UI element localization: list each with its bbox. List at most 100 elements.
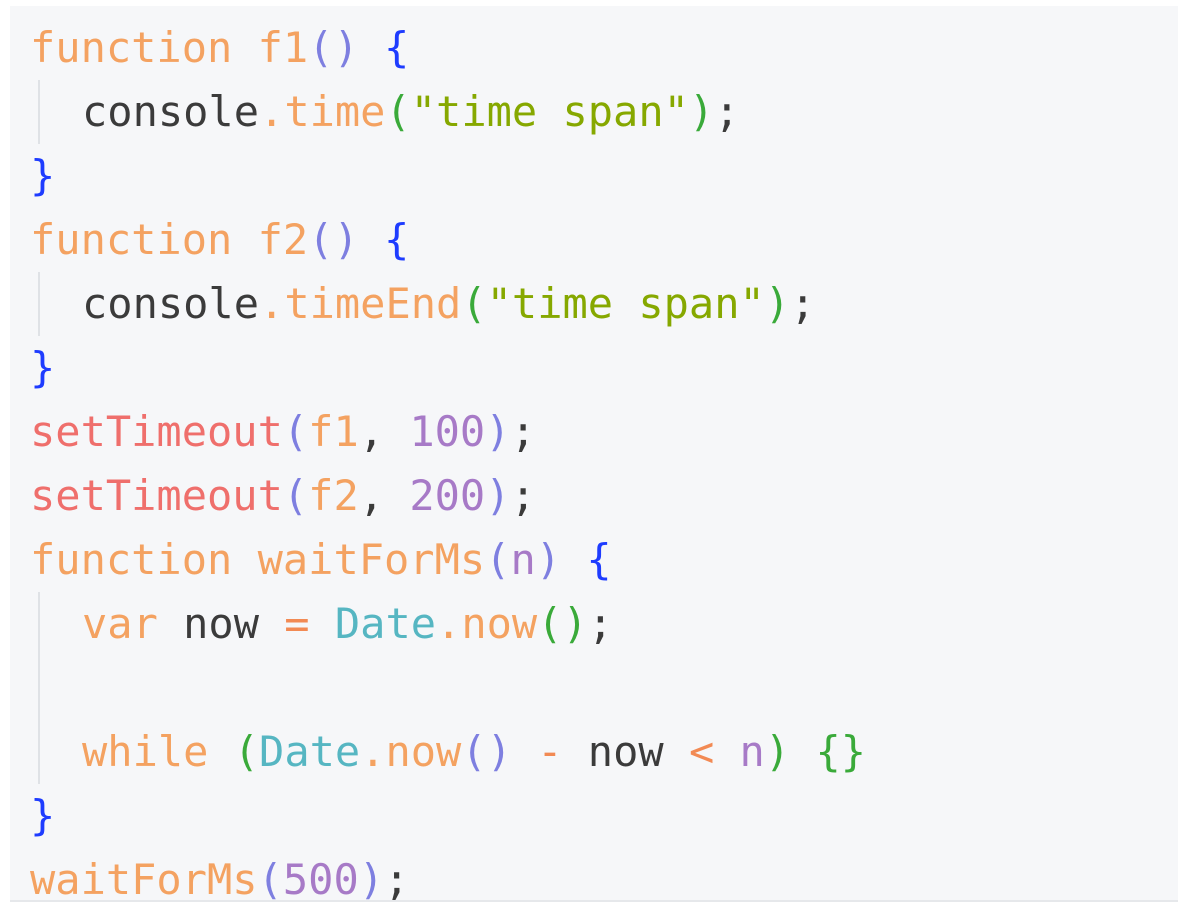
code-line: function f1() { — [30, 16, 866, 80]
code-line: console.time("time span"); — [30, 80, 866, 144]
code-editor[interactable]: function f1() {console.time("time span")… — [10, 6, 1178, 904]
code-line: while (Date.now() - now < n) {} — [30, 720, 866, 784]
indent-guide — [38, 720, 40, 784]
code-line — [30, 656, 866, 720]
code-line: } — [30, 144, 866, 208]
code-line: var now = Date.now(); — [30, 592, 866, 656]
code-token: waitForMs — [257, 535, 486, 584]
code-token: ) — [535, 535, 562, 584]
code-token: ( — [282, 471, 309, 520]
code-token: , — [358, 407, 410, 456]
code-token: = — [284, 599, 310, 648]
code-line: console.timeEnd("time span"); — [30, 272, 866, 336]
code-line: setTimeout(f1, 100); — [30, 400, 866, 464]
code-token: 100 — [409, 407, 486, 456]
code-token: ) — [358, 855, 385, 904]
code-token: () — [308, 23, 359, 72]
code-token: "time span" — [410, 87, 689, 136]
code-token: f2 — [308, 471, 359, 520]
code-token: console — [82, 279, 260, 328]
code-token: console — [82, 87, 260, 136]
code-token: ) — [688, 87, 715, 136]
code-token: {} — [815, 727, 867, 776]
code-line: } — [30, 336, 866, 400]
code-token: () — [461, 727, 512, 776]
code-token: f1 — [308, 407, 359, 456]
code-token: timeEnd — [284, 279, 462, 328]
code-token: () — [537, 599, 588, 648]
code-token: Date — [259, 727, 361, 776]
code-token: . — [259, 87, 285, 136]
code-token: ( — [282, 407, 309, 456]
code-token: time — [284, 87, 386, 136]
code-token: n — [510, 535, 536, 584]
code-token: ) — [485, 471, 511, 520]
code-token: function — [30, 23, 233, 72]
code-token: ( — [385, 87, 411, 136]
code-token: () — [308, 215, 359, 264]
code-line: function waitForMs(n) { — [30, 528, 866, 592]
code-token: while — [82, 727, 209, 776]
code-token: n — [739, 727, 765, 776]
code-token: now — [461, 599, 538, 648]
code-token: ( — [461, 279, 487, 328]
code-token: ) — [764, 279, 791, 328]
code-token: } — [30, 343, 56, 392]
code-token: Date — [334, 599, 437, 648]
code-token: waitForMs — [30, 855, 258, 904]
code-token: . — [259, 279, 285, 328]
code-token: function — [30, 535, 233, 584]
code-token: setTimeout — [30, 407, 283, 456]
code-token: ; — [510, 407, 536, 456]
code-token: 200 — [409, 471, 486, 520]
code-line: } — [30, 784, 866, 848]
code-token: ( — [257, 855, 283, 904]
code-line: function f2() { — [30, 208, 866, 272]
code-token: 500 — [282, 855, 359, 904]
code-line: waitForMs(500); — [30, 848, 866, 912]
code-token: ; — [587, 599, 614, 648]
code-token: ) — [485, 407, 511, 456]
code-token: { — [586, 535, 612, 584]
code-line: setTimeout(f2, 200); — [30, 464, 866, 528]
code-token: < — [688, 727, 715, 776]
code-token: . — [436, 599, 462, 648]
code-token: ) — [764, 727, 791, 776]
code-token: ; — [510, 471, 536, 520]
code-token: setTimeout — [30, 471, 283, 520]
code-block[interactable]: function f1() {console.time("time span")… — [30, 16, 866, 912]
code-token: ( — [485, 535, 511, 584]
code-token: function — [30, 215, 233, 264]
code-token: ( — [233, 727, 260, 776]
code-token: var — [82, 599, 158, 648]
code-token: "time span" — [486, 279, 765, 328]
code-token: { — [384, 23, 410, 72]
code-token: now — [562, 727, 689, 776]
indent-guide — [38, 80, 40, 144]
code-token: ; — [790, 279, 816, 328]
code-token: now — [157, 599, 285, 648]
code-token: . — [360, 727, 386, 776]
indent-guide — [38, 272, 40, 336]
code-token: now — [385, 727, 462, 776]
code-token: ; — [384, 855, 410, 904]
code-token: { — [384, 215, 410, 264]
indent-guide — [38, 656, 40, 720]
code-token: f2 — [257, 215, 309, 264]
code-token: - — [537, 727, 563, 776]
code-token: } — [30, 791, 56, 840]
code-token: ; — [714, 87, 740, 136]
code-token: f1 — [257, 23, 309, 72]
indent-guide — [38, 592, 40, 656]
